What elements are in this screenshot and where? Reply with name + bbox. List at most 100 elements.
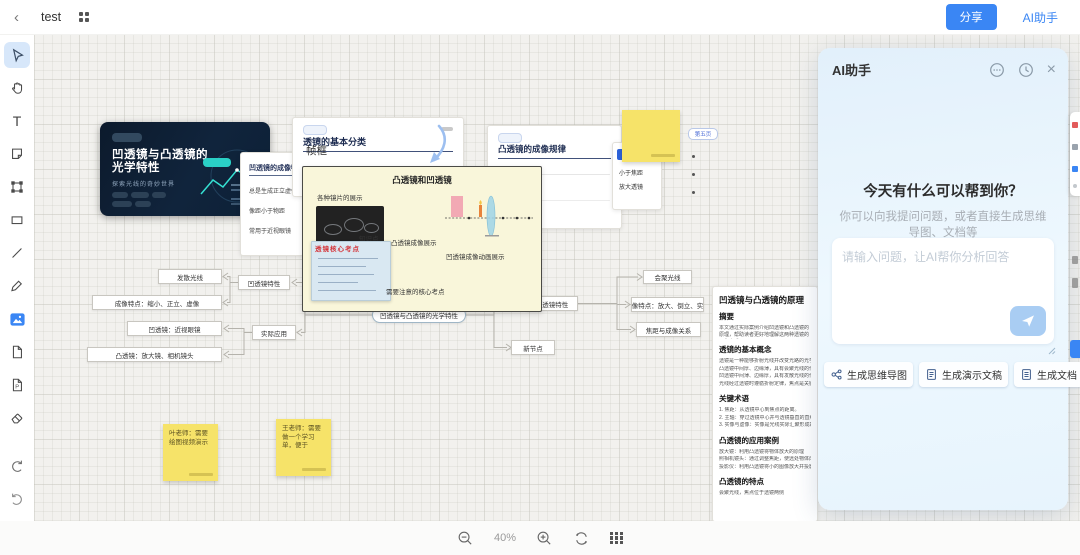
frame-name-label[interactable]: 帧框 xyxy=(306,143,327,158)
lens-frame-board[interactable]: 凸透镜和凹透镜 各种镜片的展示 知识点 凸透镜成像展示 透镜核心考点 凹透镜成像… xyxy=(302,166,542,312)
new-chat-icon[interactable] xyxy=(989,62,1005,78)
send-button[interactable] xyxy=(1010,306,1046,336)
image-icon xyxy=(9,312,25,326)
page-pill[interactable]: 第五页 xyxy=(688,128,718,140)
select-tool[interactable] xyxy=(4,42,30,68)
mindmap-leaf[interactable]: 会聚光线 xyxy=(643,270,692,284)
bottom-bar: 40% xyxy=(0,521,1080,555)
text-tool[interactable]: T xyxy=(4,108,30,134)
edge-icon[interactable] xyxy=(1073,184,1077,188)
drawn-arrow[interactable] xyxy=(418,120,458,170)
zoom-level[interactable]: 40% xyxy=(494,532,516,544)
redo-button[interactable] xyxy=(4,487,30,513)
sticky-author xyxy=(302,468,326,471)
frame-tool[interactable] xyxy=(4,174,30,200)
mindmap-icon xyxy=(831,369,842,380)
presentation-tool[interactable]: P xyxy=(4,372,30,398)
label-convex-demo: 凸透镜成像展示 xyxy=(391,240,437,247)
doc-list-item: 2. 主轴：穿过透镜中心并与透镜垂直的直线。 xyxy=(719,414,811,421)
history-icon[interactable] xyxy=(1018,62,1034,78)
mindmap-leaf[interactable]: 焦距与成像关系 xyxy=(636,322,701,337)
card-item: 像距小于物距 xyxy=(249,209,286,215)
mindmap-leaf[interactable]: 成像特点：放大、倒立、实像 xyxy=(631,297,704,312)
cover-title: 凹透镜与凸透镜的 光学特性 xyxy=(112,149,208,174)
image-tool[interactable] xyxy=(4,306,30,332)
button-label: 生成文档 xyxy=(1037,371,1077,382)
mindmap-branch[interactable]: 凹透镜特性 xyxy=(238,275,290,290)
mindmap-branch[interactable]: 实际应用 xyxy=(252,325,296,340)
shape-tool[interactable] xyxy=(4,207,30,233)
doc-list-item: 光线经过透镜时遵循折射定律，焦点是关键 xyxy=(719,380,811,387)
line-tool[interactable] xyxy=(4,240,30,266)
sticky-note-tool[interactable] xyxy=(4,141,30,167)
ai-assistant-toggle[interactable]: AI助手 xyxy=(1023,9,1058,26)
sticky-author xyxy=(651,154,675,157)
resize-handle[interactable] xyxy=(1047,346,1056,355)
doc-list-item: 会聚光线，焦点位于透镜两侧 xyxy=(719,490,785,496)
edge-icon[interactable] xyxy=(1072,166,1078,172)
generate-mindmap-button[interactable]: 生成思维导图 xyxy=(824,362,913,387)
sticky-note-top[interactable] xyxy=(622,110,680,162)
share-button[interactable]: 分享 xyxy=(945,4,997,30)
bullet-dot xyxy=(692,173,695,176)
edge-icon[interactable] xyxy=(1072,144,1078,150)
ai-greeting-subtitle: 你可以向我提问问题，或者直接生成思维导图、文档等 xyxy=(839,211,1047,239)
pan-tool[interactable] xyxy=(4,75,30,101)
slides-doc-icon xyxy=(927,369,936,380)
document-card[interactable]: 凹透镜与凸透镜的原理 摘要 本文通过实际案例介绍凹透镜和凸透镜的原理，帮助读者更… xyxy=(712,286,818,522)
pen-tool[interactable] xyxy=(4,273,30,299)
eraser-icon xyxy=(11,413,23,424)
zoom-out-icon xyxy=(458,531,472,545)
edge-blue-tab[interactable] xyxy=(1070,340,1080,358)
reset-view-button[interactable] xyxy=(573,530,590,547)
undo-icon xyxy=(12,460,22,472)
edge-mini-toolbar[interactable] xyxy=(1070,112,1080,196)
bullet-dot xyxy=(692,155,695,158)
button-label: 生成演示文稿 xyxy=(942,371,1002,382)
sticky-note-icon xyxy=(12,148,22,159)
cursor-icon xyxy=(12,48,24,63)
board-title[interactable]: test xyxy=(41,10,61,24)
sticky-author xyxy=(189,473,213,476)
board-menu-icon[interactable] xyxy=(79,12,90,22)
generate-slides-button[interactable]: 生成演示文稿 xyxy=(919,362,1008,387)
doc-list-item: 投影仪：利用凸透镜将小的图像放大并投影 xyxy=(719,463,811,470)
generate-document-button[interactable]: 生成文档 xyxy=(1014,362,1080,387)
button-label: 生成思维导图 xyxy=(847,371,907,382)
label-lenses: 各种镜片的展示 xyxy=(317,195,363,202)
edge-icon[interactable] xyxy=(1072,122,1078,128)
back-button[interactable]: ‹ xyxy=(14,9,19,26)
cover-tag xyxy=(135,201,151,207)
zoom-out-button[interactable] xyxy=(457,530,474,547)
card-title: 凸透镜的成像规律 xyxy=(498,143,611,159)
close-icon[interactable]: × xyxy=(1047,61,1056,77)
mindmap-leaf[interactable]: 发散光线 xyxy=(158,269,222,284)
lens-diagram xyxy=(445,195,533,237)
undo-button[interactable] xyxy=(4,454,30,480)
mindmap-leaf[interactable]: 凹透镜：近视眼镜 xyxy=(127,321,222,336)
cover-tag xyxy=(112,201,132,207)
document-heading: 摘要 xyxy=(719,312,734,321)
document-tool[interactable] xyxy=(4,339,30,365)
label-core-points: 需要注意的核心考点 xyxy=(386,289,445,296)
ai-greeting-title: 今天有什么可以帮到你？ xyxy=(863,184,1023,200)
label-concave-demo: 凹透镜成像动画展示 xyxy=(446,254,505,261)
sticky-note-teacher-wang[interactable]: 王老师：需要做一个学习单，便于 xyxy=(276,419,331,476)
cover-tag xyxy=(131,192,149,198)
svg-text:P: P xyxy=(15,385,19,391)
eraser-tool[interactable] xyxy=(4,405,30,431)
page-badge xyxy=(498,133,522,143)
card-title: 凹透镜的成像特点 xyxy=(249,163,303,176)
mindmap-leaf[interactable]: 成像特点：缩小、正立、虚像 xyxy=(92,295,222,310)
line-icon xyxy=(12,248,22,258)
doc-list-item: 凸透镜中间厚、边缘薄，具有会聚光线的作用 xyxy=(719,365,811,372)
zoom-in-button[interactable] xyxy=(536,530,553,547)
mindmap-branch[interactable]: 新节点 xyxy=(511,340,555,355)
sticky-note-teacher-ye[interactable]: 叶老师：需要绘图视频演示 xyxy=(163,424,218,481)
mindmap-leaf[interactable]: 凸透镜：放大镜、相机镜头 xyxy=(87,347,222,362)
whiteboard-image[interactable]: 透镜核心考点 xyxy=(311,241,391,301)
file-p-icon: P xyxy=(12,378,22,392)
doc-list-item: 照相机镜头：通过调整焦距，使远处物体成像 xyxy=(719,456,811,462)
grid-view-button[interactable] xyxy=(610,531,623,545)
cover-subtitle: 探索光线的奇妙世界 xyxy=(112,182,176,188)
